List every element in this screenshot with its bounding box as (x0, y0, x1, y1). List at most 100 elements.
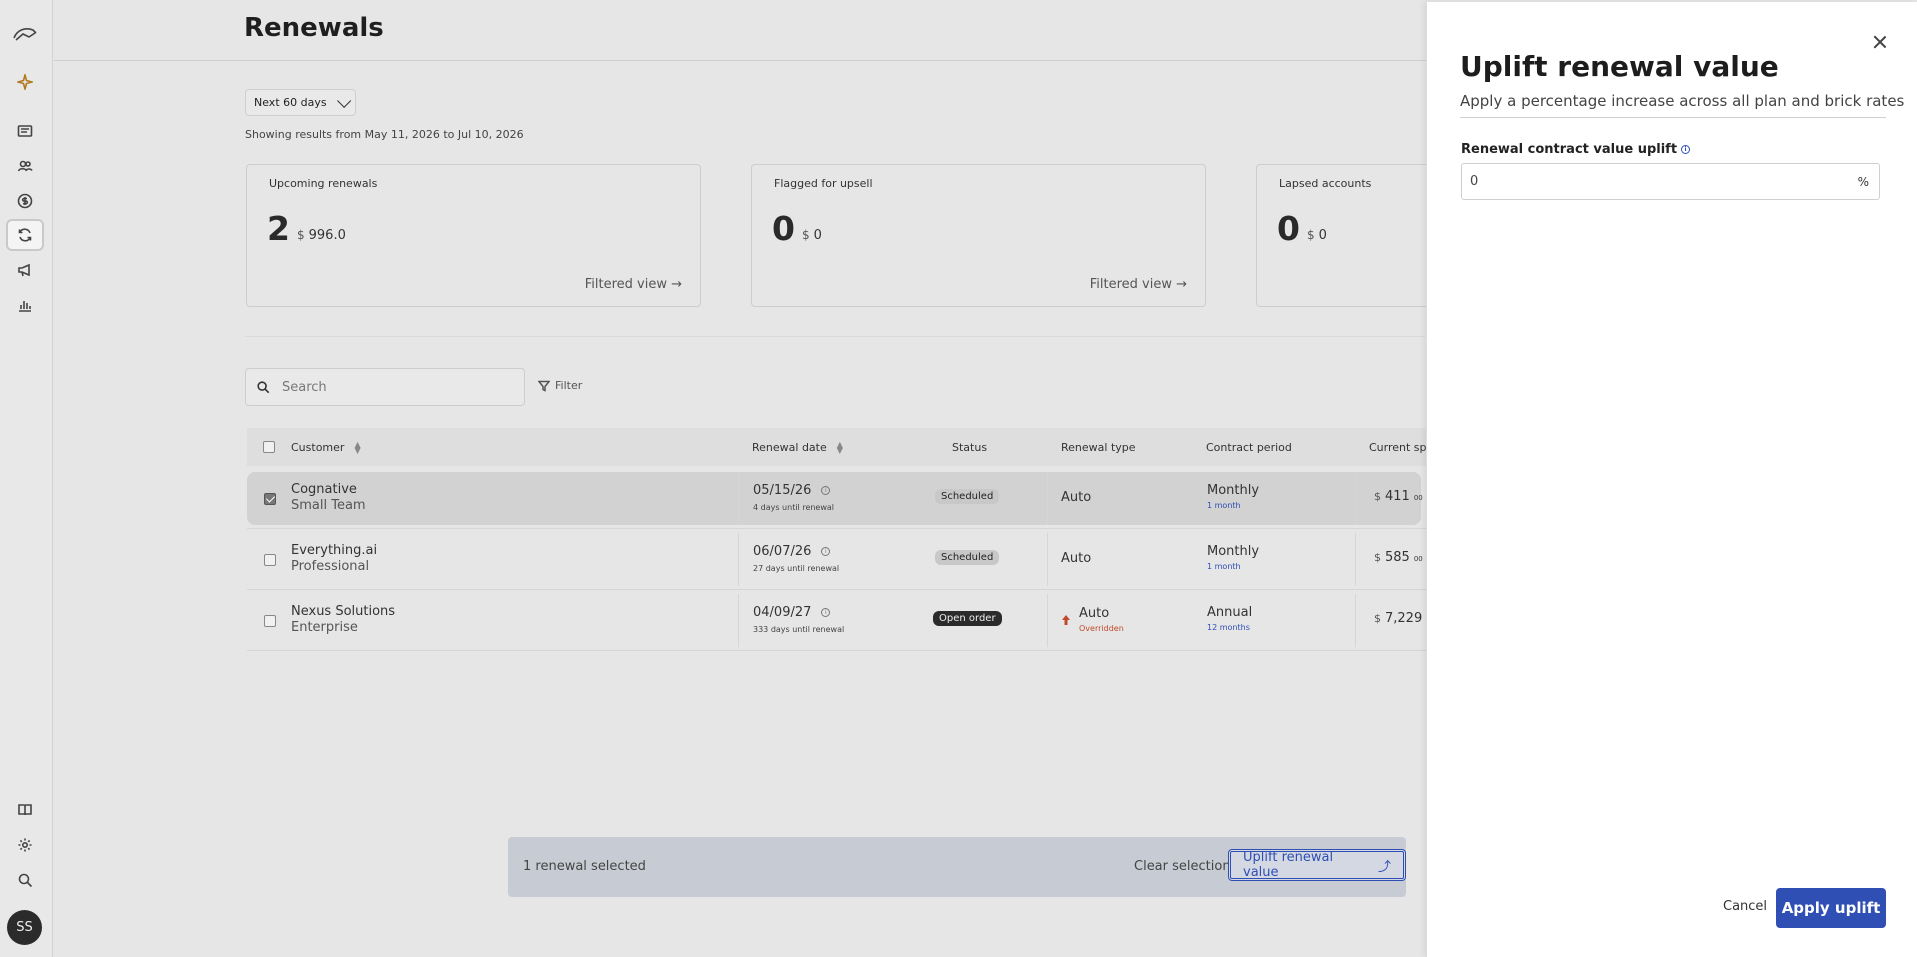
card-count: 2 (267, 209, 290, 248)
select-all-checkbox[interactable] (263, 441, 275, 453)
table-row[interactable]: Cognative Small Team 05/15/26 i 4 days un… (247, 472, 1423, 525)
amount-value: 996.0 (308, 228, 346, 243)
panel-title: Uplift renewal value (1460, 50, 1779, 83)
card-amount: $996.0 (297, 228, 346, 243)
sort-icon: ▲ ▼ (354, 439, 361, 455)
table-header: Customer ▲ ▼ Renewal date ▲ ▼ Status Renewal… (247, 428, 1433, 466)
card-count: 0 (772, 209, 795, 248)
customer-plan: Enterprise (291, 620, 358, 635)
filter-label: Filter (555, 379, 583, 392)
column-divider (738, 472, 739, 525)
row-divider (247, 589, 1427, 590)
left-rail: SS (0, 0, 53, 957)
currency-symbol: $ (1374, 612, 1381, 625)
uplift-renewal-label: Uplift renewal value (1243, 850, 1334, 880)
refresh-icon[interactable] (6, 219, 44, 251)
days-until-renewal: 333 days until renewal (753, 625, 845, 634)
search-icon[interactable] (6, 864, 44, 896)
customer-name: Cognative (291, 482, 357, 497)
spend-value: 411 (1385, 489, 1410, 504)
filter-button[interactable]: Filter (538, 379, 582, 392)
info-icon[interactable]: i (1681, 145, 1691, 154)
row-checkbox[interactable] (264, 493, 276, 505)
column-divider (1047, 594, 1048, 647)
renewal-type: Auto (1061, 551, 1092, 566)
renewal-date-value: 05/15/26 (753, 483, 812, 498)
current-spend: $585 00 (1374, 550, 1423, 565)
header-contract-period: Contract period (1206, 441, 1292, 454)
status-badge: Scheduled (935, 489, 1000, 504)
users-icon[interactable] (6, 150, 44, 182)
chevron-down-icon (336, 93, 351, 108)
cancel-button[interactable]: Cancel (1723, 899, 1767, 914)
info-icon[interactable]: i (821, 547, 831, 556)
card-label: Flagged for upsell (774, 177, 873, 190)
selection-bar: 1 renewal selected Clear selection Uplif… (508, 837, 1406, 897)
row-divider (247, 528, 1427, 529)
days-until-renewal: 27 days until renewal (753, 564, 840, 573)
card-label: Upcoming renewals (269, 177, 378, 190)
filtered-view-link[interactable]: Filtered view → (585, 277, 682, 292)
gear-icon[interactable] (6, 829, 44, 861)
sparkle-icon[interactable] (6, 66, 44, 98)
currency-symbol: $ (802, 228, 810, 242)
uplift-field-label: Renewal contract value uplift i (1461, 142, 1691, 157)
amount-value: 0 (1318, 228, 1327, 243)
panel-subtitle: Apply a percentage increase across all p… (1460, 92, 1905, 110)
close-icon[interactable] (1873, 35, 1887, 49)
search-input[interactable]: Search (245, 368, 525, 406)
table-row[interactable]: Everything.ai Professional 06/07/26 i 27 … (247, 533, 1427, 586)
status-badge: Open order (933, 611, 1002, 626)
book-icon[interactable] (6, 794, 44, 826)
date-range-select[interactable]: Next 60 days (245, 89, 356, 116)
header-customer[interactable]: Customer ▲ ▼ (291, 439, 361, 455)
avatar[interactable]: SS (7, 910, 42, 945)
sort-icon: ▲ ▼ (836, 439, 843, 455)
table-row[interactable]: Nexus Solutions Enterprise 04/09/27 i 333… (247, 594, 1435, 647)
card-count: 0 (1277, 209, 1300, 248)
header-renewal-date[interactable]: Renewal date ▲ ▼ (752, 439, 843, 455)
uplift-renewal-button[interactable]: Uplift renewal value ⤴ (1228, 849, 1406, 881)
results-range-text: Showing results from May 11, 2026 to Jul… (245, 128, 524, 141)
renewal-date-value: 04/09/27 (753, 605, 812, 620)
column-divider (1355, 472, 1356, 525)
renewal-type: Auto (1061, 490, 1092, 505)
column-divider (738, 594, 739, 647)
search-placeholder: Search (282, 379, 327, 395)
customer-plan: Professional (291, 559, 370, 574)
list-icon[interactable] (6, 115, 44, 147)
page-title: Renewals (244, 13, 384, 43)
dollar-icon[interactable] (6, 185, 44, 217)
filtered-view-link[interactable]: Filtered view → (1090, 277, 1187, 292)
amount-value: 0 (813, 228, 822, 243)
card-label: Lapsed accounts (1279, 177, 1372, 190)
info-icon[interactable]: i (821, 486, 831, 495)
filter-icon (538, 380, 550, 392)
megaphone-icon[interactable] (6, 254, 44, 286)
renewal-date-value: 06/07/26 (753, 544, 812, 559)
row-checkbox[interactable] (264, 615, 276, 627)
uplift-percentage-input[interactable]: 0 % (1461, 163, 1880, 200)
header-renewal-type: Renewal type (1061, 441, 1136, 454)
contract-period: Monthly (1207, 483, 1260, 498)
logo-icon[interactable] (6, 18, 44, 50)
header-status: Status (952, 441, 988, 454)
uplift-panel: Uplift renewal value Apply a percentage … (1426, 2, 1917, 957)
apply-uplift-button[interactable]: Apply uplift (1776, 888, 1886, 928)
clear-selection-button[interactable]: Clear selection (1134, 859, 1231, 874)
search-icon (257, 381, 270, 394)
column-divider (1355, 533, 1356, 586)
column-divider (1047, 472, 1048, 525)
header-renewal-date-label: Renewal date (752, 441, 827, 454)
customer-name: Everything.ai (291, 543, 378, 558)
section-divider (245, 336, 1425, 337)
bar-chart-icon[interactable] (6, 289, 44, 321)
percent-icon: % (1857, 175, 1869, 189)
renewal-type: Auto (1079, 606, 1110, 621)
days-until-renewal: 4 days until renewal (753, 503, 835, 512)
info-icon[interactable]: i (821, 608, 831, 617)
row-checkbox[interactable] (264, 554, 276, 566)
column-divider (738, 533, 739, 586)
header-customer-label: Customer (291, 441, 345, 454)
selection-count: 1 renewal selected (523, 859, 646, 874)
